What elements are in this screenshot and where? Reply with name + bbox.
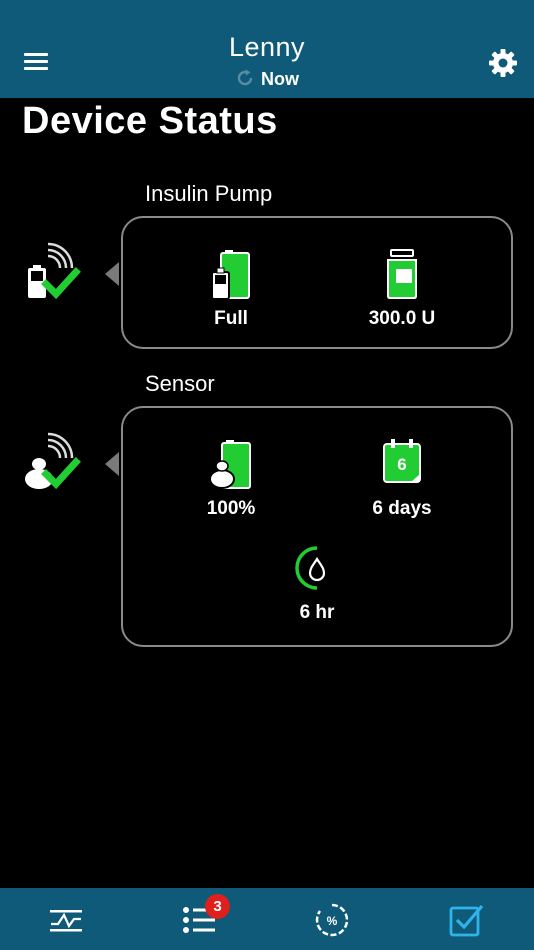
sensor-card-pointer: [105, 452, 119, 476]
percent-gauge-icon[interactable]: %: [314, 902, 350, 938]
patient-name: Lenny: [228, 32, 306, 62]
insulin-pump-label: Insulin Pump: [145, 181, 273, 206]
pump-reservoir-tile: 300.0 U: [342, 248, 462, 330]
checkbox-icon[interactable]: [448, 902, 484, 938]
sensor-calibration-value: 6 hr: [299, 602, 335, 623]
pump-reservoir-value: 300.0 U: [368, 308, 436, 329]
sensor-battery-icon: [209, 440, 251, 489]
sync-status-text: Now: [261, 69, 299, 89]
calendar-icon: 6: [383, 439, 421, 483]
events-count-badge: 3: [205, 894, 230, 919]
gear-icon[interactable]: [488, 48, 518, 78]
bottom-tab-bar: %: [0, 888, 534, 950]
sync-status[interactable]: Now: [0, 68, 534, 90]
sensor-label: Sensor: [145, 371, 215, 396]
sensor-card[interactable]: 100% 6 6 days 6 hr: [121, 406, 513, 647]
sensor-life-value: 6 days: [372, 498, 432, 519]
pump-connected-check-icon: [28, 242, 81, 300]
insulin-reservoir-icon: [387, 249, 417, 299]
sensor-connected-check-icon: [25, 432, 81, 490]
refresh-icon: [237, 69, 253, 86]
pump-battery-icon: [211, 250, 250, 300]
pump-battery-value: Full: [214, 308, 248, 329]
app-header: Lenny Now: [0, 0, 534, 98]
page-title: Device Status: [22, 100, 278, 142]
sensor-calibration-tile: 6 hr: [257, 544, 377, 624]
sensor-battery-value: 100%: [206, 498, 256, 519]
sensor-life-tile: 6 6 days: [342, 438, 462, 520]
calendar-days-number: 6: [397, 455, 406, 474]
pump-card-pointer: [105, 262, 119, 286]
pump-battery-tile: Full: [171, 248, 291, 330]
trend-graph-icon[interactable]: [48, 902, 84, 938]
svg-text:%: %: [327, 914, 338, 928]
sensor-battery-tile: 100%: [171, 438, 291, 520]
insulin-pump-card[interactable]: Full 300.0 U: [121, 216, 513, 349]
calibration-timer-drop-icon: [295, 546, 339, 590]
